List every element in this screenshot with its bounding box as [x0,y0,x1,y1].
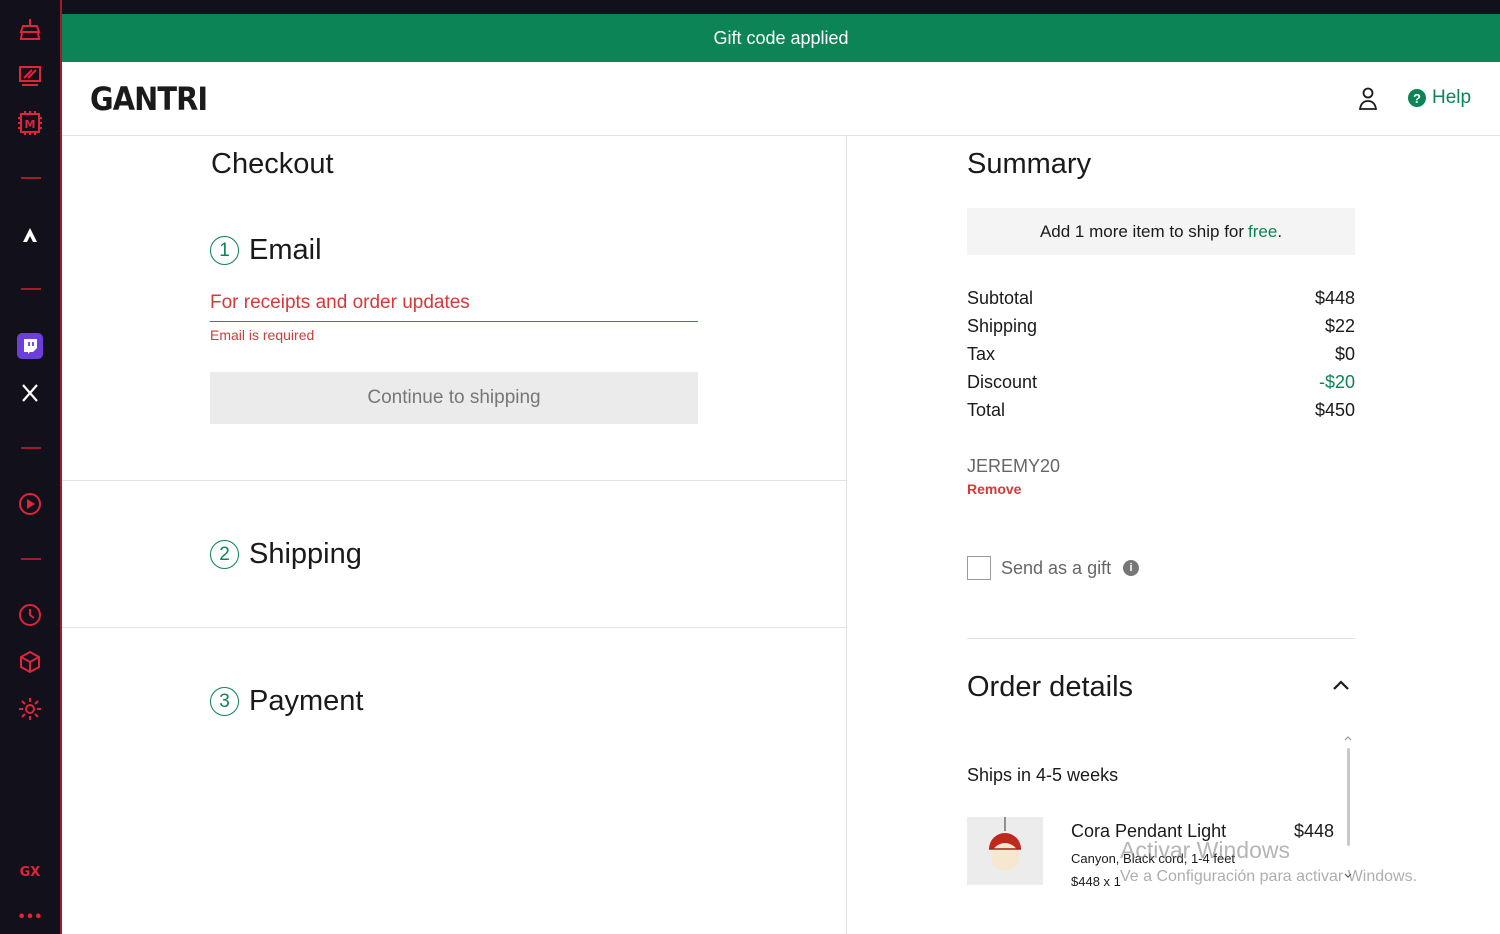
settings-icon[interactable] [15,694,45,724]
ship-note-free: free [1248,221,1278,241]
gift-code-banner: Gift code applied [62,14,1500,62]
totals-label: Subtotal [967,288,1034,308]
summary-title: Summary [967,148,1092,180]
product-quantity: $448 x 1 [1071,874,1121,886]
scroll-thumb[interactable] [1347,748,1350,846]
totals-row: Tax $0 [967,340,1355,368]
order-details-scrollbar[interactable] [1344,734,1352,884]
payment-section[interactable]: 3 Payment [62,628,847,934]
checkout-title: Checkout [211,148,334,180]
totals-value: $22 [1324,316,1355,336]
totals-label: Discount [967,372,1038,392]
extensions-icon[interactable] [15,647,45,677]
order-details-title: Order details [967,671,1134,703]
question-icon: ? [1408,89,1426,107]
aria-icon[interactable] [15,220,45,250]
summary-divider [967,638,1355,639]
product-price: $448 [1294,821,1335,841]
totals-label: Total [967,400,1006,420]
browser-top-strip [62,0,1500,14]
ship-note-text: Add 1 more item to ship for [1039,221,1245,241]
checkout-column: Checkout 1 Email Email is required Conti… [62,136,847,934]
chevron-up-icon[interactable] [1329,674,1353,698]
ship-note-suffix: . [1277,221,1283,241]
email-section: Checkout 1 Email Email is required Conti… [62,136,847,481]
banner-text: Gift code applied [713,27,849,48]
gx-control-icon[interactable] [15,61,45,91]
totals-value: $448 [1314,288,1355,308]
totals-label: Shipping [967,316,1038,336]
sidebar-divider [21,177,41,179]
payment-step-header: 3 Payment [210,685,363,718]
scroll-up-icon [1344,736,1352,741]
free-shipping-note: Add 1 more item to ship for free. [967,208,1355,255]
gx-logo[interactable]: GX [0,865,60,880]
sidebar-divider [21,288,41,290]
step-title: Shipping [249,538,362,570]
sidebar-divider [21,558,41,560]
info-icon[interactable]: i [1123,560,1140,576]
email-error: Email is required [210,327,315,343]
product-thumbnail[interactable] [967,817,1043,885]
totals-row: Discount -$20 [967,368,1355,396]
gantri-logo[interactable]: GANTRI [90,80,208,118]
browser-window: M GX ••• Gift code applied GANTRI ? Help… [0,0,1500,934]
svg-text:M: M [25,118,36,131]
gx-corner-icon[interactable]: M [15,108,45,138]
totals-value: $450 [1314,400,1355,420]
shipping-step-header: 2 Shipping [210,538,362,571]
windows-watermark-subtitle: Ve a Configuración para activar Windows. [1120,868,1418,885]
step-title: Payment [249,685,364,717]
continue-to-shipping-button[interactable]: Continue to shipping [210,372,698,424]
history-icon[interactable] [15,600,45,630]
cleaner-icon[interactable] [15,14,45,44]
ships-in-text: Ships in 4-5 weeks [967,765,1119,785]
totals-row: Shipping $22 [967,312,1355,340]
send-as-gift-row: Send as a gift i [967,556,1140,580]
email-step-header: 1 Email [210,234,322,267]
site-header: GANTRI ? Help [62,62,1500,136]
step-title: Email [249,234,322,266]
user-icon[interactable] [1356,86,1380,112]
step-number: 1 [210,236,239,265]
more-icon[interactable]: ••• [0,910,60,925]
email-field[interactable] [210,284,698,322]
help-link[interactable]: ? Help [1408,87,1471,109]
promo-code: JEREMY20 [967,456,1061,476]
windows-watermark-title: Activar Windows [1120,837,1290,863]
totals-row: Total $450 [967,396,1355,424]
step-number: 3 [210,687,239,716]
discount-value: -$20 [1318,372,1355,392]
totals-value: $0 [1334,344,1355,364]
totals-table: Subtotal $448 Shipping $22 Tax $0 Discou… [967,284,1355,424]
twitch-icon[interactable] [15,331,45,361]
remove-promo-link[interactable]: Remove [967,481,1021,497]
sidebar-divider [21,447,41,449]
x-twitter-icon[interactable] [15,378,45,408]
player-icon[interactable] [15,489,45,519]
totals-label: Tax [967,344,996,364]
browser-sidebar: M GX ••• [0,0,62,934]
step-number: 2 [210,540,239,569]
shipping-section[interactable]: 2 Shipping [62,481,847,628]
send-as-gift-checkbox[interactable] [967,556,991,580]
send-as-gift-label[interactable]: Send as a gift [1001,558,1111,579]
help-label: Help [1432,87,1472,108]
totals-row: Subtotal $448 [967,284,1355,312]
summary-column: Summary Add 1 more item to ship for free… [847,136,1500,934]
